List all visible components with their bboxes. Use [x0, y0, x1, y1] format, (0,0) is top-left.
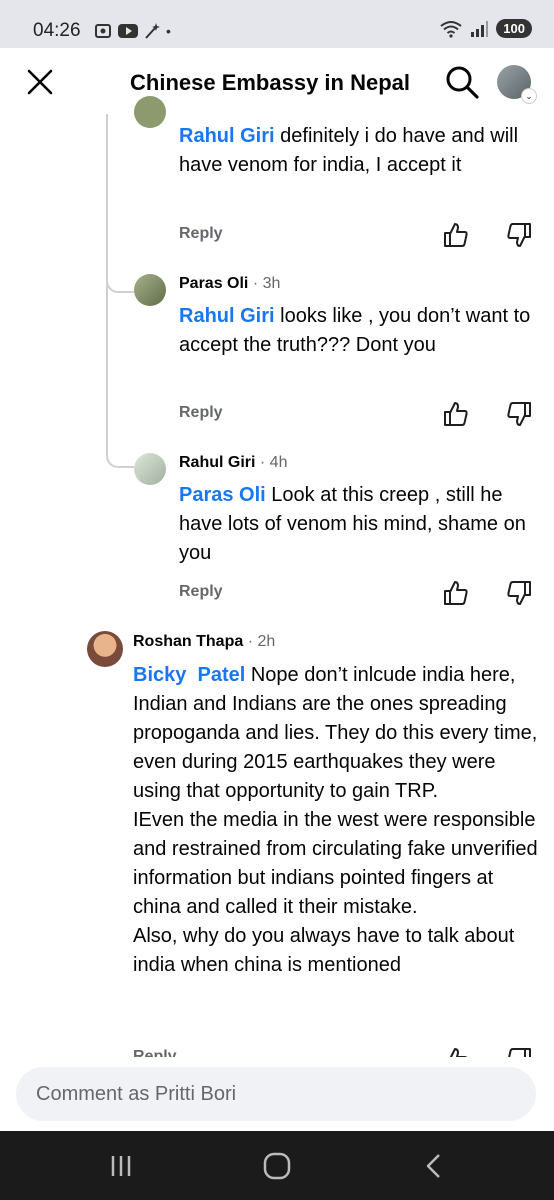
reply-button[interactable]: Reply [179, 404, 223, 422]
comment-text: Bicky Patel Nope don’t inlcude india her… [133, 661, 543, 980]
avatar[interactable] [87, 631, 123, 667]
comment-text: Rahul Giri definitely i do have and will… [179, 125, 519, 176]
signal-icon [471, 20, 489, 37]
comment-author: Paras Oli · 3h [179, 275, 280, 293]
close-icon[interactable] [26, 68, 54, 96]
back-icon[interactable] [416, 1151, 452, 1181]
chevron-down-icon[interactable]: ⌄ [521, 88, 537, 104]
mention-link[interactable]: Rahul Giri [179, 125, 275, 147]
system-navigation-bar [0, 1131, 554, 1200]
screenshot-icon [95, 24, 111, 38]
mention-link[interactable]: Paras Oli [179, 484, 266, 506]
mention-link[interactable]: Rahul Giri [179, 305, 275, 327]
reply-button[interactable]: Reply [179, 583, 223, 601]
status-system-icons: 100 [440, 19, 532, 38]
comment-input-placeholder: Comment as Pritti Bori [36, 1083, 237, 1105]
comment-text: Paras Oli Look at this creep , still he … [179, 484, 526, 564]
author-name[interactable]: Rahul Giri [179, 454, 255, 471]
search-icon[interactable] [444, 64, 480, 100]
thread-branch [106, 277, 134, 293]
comment-text: Rahul Giri looks like , you don’t want t… [179, 305, 531, 356]
battery-indicator: 100 [496, 19, 532, 38]
recent-apps-icon[interactable] [103, 1151, 139, 1181]
avatar[interactable] [134, 96, 166, 128]
app-header: Chinese Embassy in Nepal ⌄ [0, 48, 554, 114]
comment-text-paragraph: IEven the media in the west were respons… [133, 809, 538, 918]
comment-time: · 2h [247, 633, 276, 650]
status-notification-icons: • [94, 22, 171, 40]
thumbs-down-icon[interactable] [505, 221, 533, 249]
comment-text-paragraph: Also, why do you always have to talk abo… [133, 925, 515, 976]
comment-author: Rahul Giri · 4h [179, 454, 287, 472]
thumbs-up-icon[interactable] [442, 221, 470, 249]
comment-time: · 4h [259, 454, 288, 471]
status-time: 04:26 [33, 20, 81, 41]
avatar[interactable] [134, 274, 166, 306]
thumbs-up-icon[interactable] [442, 400, 470, 428]
youtube-icon [118, 24, 138, 38]
comment-time: · 3h [252, 275, 281, 292]
mention-link[interactable]: Bicky Patel [133, 664, 245, 686]
reply-button[interactable]: Reply [179, 225, 223, 243]
status-dot: • [166, 23, 171, 39]
comment-input[interactable]: Comment as Pritti Bori [16, 1067, 536, 1121]
thumbs-down-icon[interactable] [505, 400, 533, 428]
author-name[interactable]: Paras Oli [179, 275, 248, 292]
page-title: Chinese Embassy in Nepal [130, 70, 410, 95]
comment-composer-bar: Comment as Pritti Bori [0, 1057, 554, 1131]
comment-author: Roshan Thapa · 2h [133, 633, 275, 651]
home-icon[interactable] [259, 1151, 295, 1181]
thumbs-down-icon[interactable] [505, 579, 533, 607]
status-bar: 04:26 • 100 [0, 0, 554, 48]
thumbs-up-icon[interactable] [442, 579, 470, 607]
thread-branch [106, 452, 134, 468]
avatar[interactable] [134, 453, 166, 485]
author-name[interactable]: Roshan Thapa [133, 633, 243, 650]
wifi-icon [440, 20, 462, 38]
magic-wand-icon [145, 23, 160, 39]
